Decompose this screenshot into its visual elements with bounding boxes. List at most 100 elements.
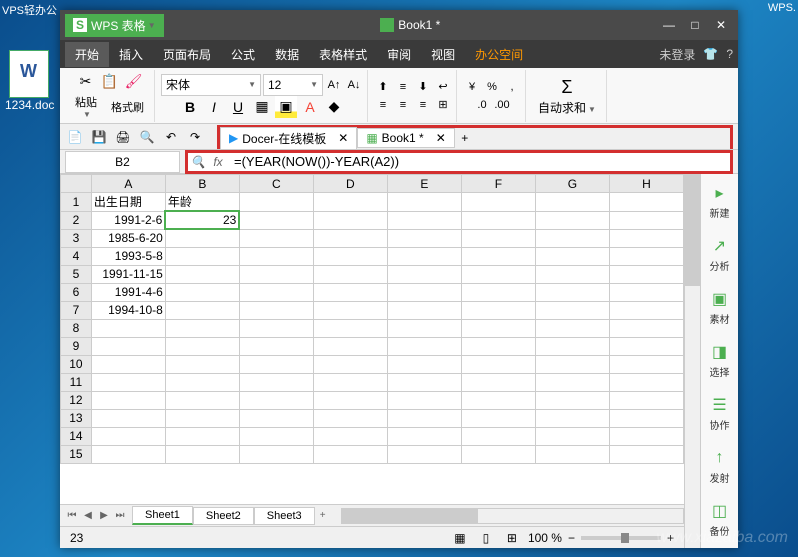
cell[interactable]: [313, 373, 387, 391]
cell[interactable]: [461, 211, 535, 229]
cut-icon[interactable]: ✂: [75, 70, 97, 92]
row-header[interactable]: 1: [61, 193, 92, 212]
cell[interactable]: [239, 391, 313, 409]
doc-tab-docer[interactable]: ▶Docer-在线模板✕: [220, 127, 357, 150]
row-header[interactable]: 7: [61, 301, 92, 319]
col-header[interactable]: D: [313, 175, 387, 193]
font-size-select[interactable]: 12▼: [263, 74, 323, 96]
cell[interactable]: [239, 355, 313, 373]
cell[interactable]: [609, 193, 683, 212]
cell[interactable]: [609, 445, 683, 463]
cell[interactable]: [461, 301, 535, 319]
panel-launch[interactable]: ↑发射: [710, 444, 730, 489]
cell[interactable]: [91, 391, 165, 409]
align-top-icon[interactable]: ⬆: [374, 78, 392, 96]
format-painter-button[interactable]: 格式刷: [105, 97, 150, 117]
cell[interactable]: [239, 193, 313, 212]
cell[interactable]: [165, 445, 239, 463]
panel-select[interactable]: ◨选择: [710, 338, 730, 383]
brush-icon[interactable]: 🖌: [123, 70, 145, 92]
cell[interactable]: [609, 229, 683, 247]
cell[interactable]: [461, 265, 535, 283]
search-function-icon[interactable]: 🔍: [188, 152, 208, 172]
decrease-decimal-icon[interactable]: .00: [493, 96, 511, 114]
cell[interactable]: 1991-11-15: [91, 265, 165, 283]
cell[interactable]: [313, 247, 387, 265]
skin-icon[interactable]: 👕: [703, 47, 718, 61]
cell[interactable]: [387, 337, 461, 355]
cell[interactable]: [313, 193, 387, 212]
cell[interactable]: [165, 391, 239, 409]
cell[interactable]: [609, 337, 683, 355]
col-header[interactable]: E: [387, 175, 461, 193]
paste-button[interactable]: 粘贴▼: [69, 92, 103, 121]
first-sheet-icon[interactable]: ⏮: [64, 508, 80, 524]
fx-icon[interactable]: fx: [208, 152, 228, 172]
cell[interactable]: [165, 319, 239, 337]
cell[interactable]: 出生日期: [91, 193, 165, 212]
cell[interactable]: [609, 427, 683, 445]
row-header[interactable]: 8: [61, 319, 92, 337]
cell[interactable]: [165, 355, 239, 373]
align-bottom-icon[interactable]: ⬇: [414, 78, 432, 96]
cell[interactable]: [91, 373, 165, 391]
cell[interactable]: [461, 337, 535, 355]
row-header[interactable]: 14: [61, 427, 92, 445]
autosum-button[interactable]: Σ 自动求和▼: [532, 73, 602, 118]
close-tab-icon[interactable]: ✕: [436, 131, 446, 145]
cell[interactable]: [609, 301, 683, 319]
col-header[interactable]: A: [91, 175, 165, 193]
prev-sheet-icon[interactable]: ◀: [80, 508, 96, 524]
cell[interactable]: [535, 337, 609, 355]
col-header[interactable]: F: [461, 175, 535, 193]
cell[interactable]: 1993-5-8: [91, 247, 165, 265]
cell[interactable]: [609, 319, 683, 337]
cell[interactable]: 1985-6-20: [91, 229, 165, 247]
cell[interactable]: [461, 193, 535, 212]
cell[interactable]: [313, 427, 387, 445]
row-header[interactable]: 9: [61, 337, 92, 355]
menu-data[interactable]: 数据: [265, 42, 309, 67]
cell[interactable]: [387, 445, 461, 463]
clear-format-button[interactable]: ◆: [323, 96, 345, 118]
decrease-font-icon[interactable]: A↓: [345, 76, 363, 94]
cell[interactable]: [609, 265, 683, 283]
cell[interactable]: [239, 445, 313, 463]
col-header[interactable]: C: [239, 175, 313, 193]
cell[interactable]: [535, 301, 609, 319]
cell[interactable]: [165, 409, 239, 427]
new-icon[interactable]: 📄: [65, 127, 85, 147]
cell-selected[interactable]: 23: [165, 211, 239, 229]
cell[interactable]: [535, 355, 609, 373]
zoom-level[interactable]: 100 %: [528, 531, 562, 545]
cell[interactable]: [239, 337, 313, 355]
redo-icon[interactable]: ↷: [185, 127, 205, 147]
cell[interactable]: [461, 319, 535, 337]
cell[interactable]: [535, 193, 609, 212]
cell[interactable]: [387, 373, 461, 391]
cell[interactable]: [535, 391, 609, 409]
cell[interactable]: 1991-4-6: [91, 283, 165, 301]
cell[interactable]: [239, 265, 313, 283]
merge-cells-icon[interactable]: ⊞: [434, 96, 452, 114]
cell[interactable]: [239, 247, 313, 265]
add-tab-icon[interactable]: +: [455, 128, 475, 148]
minimize-button[interactable]: —: [657, 15, 681, 35]
cell[interactable]: [313, 319, 387, 337]
menu-formula[interactable]: 公式: [221, 42, 265, 67]
cell[interactable]: 1991-2-6: [91, 211, 165, 229]
zoom-slider[interactable]: [581, 536, 661, 540]
cell[interactable]: [165, 265, 239, 283]
bold-button[interactable]: B: [179, 96, 201, 118]
col-header[interactable]: H: [609, 175, 683, 193]
close-button[interactable]: ✕: [709, 15, 733, 35]
row-header[interactable]: 15: [61, 445, 92, 463]
menu-styles[interactable]: 表格样式: [309, 42, 377, 67]
row-header[interactable]: 4: [61, 247, 92, 265]
cell[interactable]: [239, 427, 313, 445]
menu-insert[interactable]: 插入: [109, 42, 153, 67]
next-sheet-icon[interactable]: ▶: [96, 508, 112, 524]
preview-icon[interactable]: 🔍: [137, 127, 157, 147]
undo-icon[interactable]: ↶: [161, 127, 181, 147]
cell[interactable]: 1994-10-8: [91, 301, 165, 319]
